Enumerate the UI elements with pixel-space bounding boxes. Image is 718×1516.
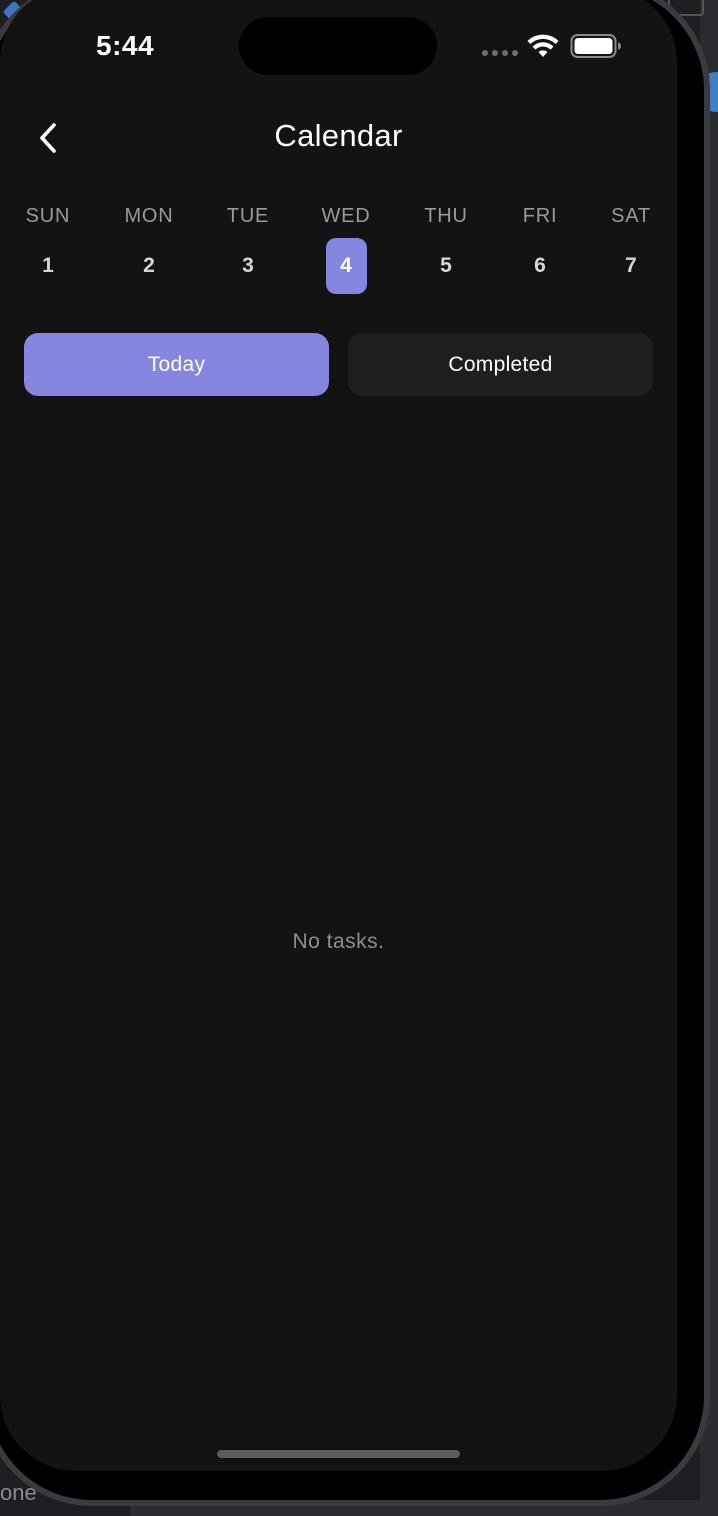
- day-monday[interactable]: MON 2: [109, 200, 189, 300]
- tab-completed[interactable]: Completed: [348, 333, 653, 396]
- day-name: SUN: [25, 205, 71, 227]
- day-number: 5: [440, 254, 452, 277]
- app-screen: 5:44 Calendar SUN 1 MON 2 TUE 3 WED 4 TH…: [0, 0, 677, 1471]
- day-sunday[interactable]: SUN 1: [8, 200, 88, 300]
- day-number: 6: [534, 254, 546, 277]
- battery-icon: [570, 34, 621, 58]
- day-number: 4: [340, 254, 352, 277]
- day-saturday[interactable]: SAT 7: [591, 200, 671, 300]
- day-tuesday[interactable]: TUE 3: [208, 200, 288, 300]
- week-day-selector: SUN 1 MON 2 TUE 3 WED 4 THU 5 FRI 6 SAT …: [0, 200, 677, 300]
- day-name: MON: [124, 205, 174, 227]
- status-time: 5:44: [96, 30, 155, 61]
- day-thursday[interactable]: THU 5: [406, 200, 486, 300]
- day-friday[interactable]: FRI 6: [500, 200, 580, 300]
- day-wednesday[interactable]: WED 4: [306, 200, 386, 300]
- dynamic-island: [239, 17, 437, 75]
- day-number: 1: [42, 254, 54, 277]
- day-name: SAT: [611, 205, 651, 227]
- phone-frame: 5:44 Calendar SUN 1 MON 2 TUE 3 WED 4 TH…: [0, 0, 710, 1506]
- day-name: FRI: [522, 205, 558, 227]
- tab-today[interactable]: Today: [24, 333, 329, 396]
- day-name: TUE: [226, 205, 270, 227]
- home-indicator[interactable]: [217, 1450, 460, 1458]
- day-name: THU: [424, 205, 468, 227]
- day-name: WED: [321, 205, 371, 227]
- page-title: Calendar: [274, 118, 403, 153]
- cellular-signal-icon: [482, 50, 518, 56]
- day-number: 3: [242, 254, 254, 277]
- empty-state-message: No tasks.: [292, 930, 385, 953]
- day-number: 2: [143, 254, 155, 277]
- selected-day-highlight: 4: [325, 238, 367, 294]
- day-number: 7: [625, 254, 637, 277]
- wifi-icon: [527, 34, 559, 57]
